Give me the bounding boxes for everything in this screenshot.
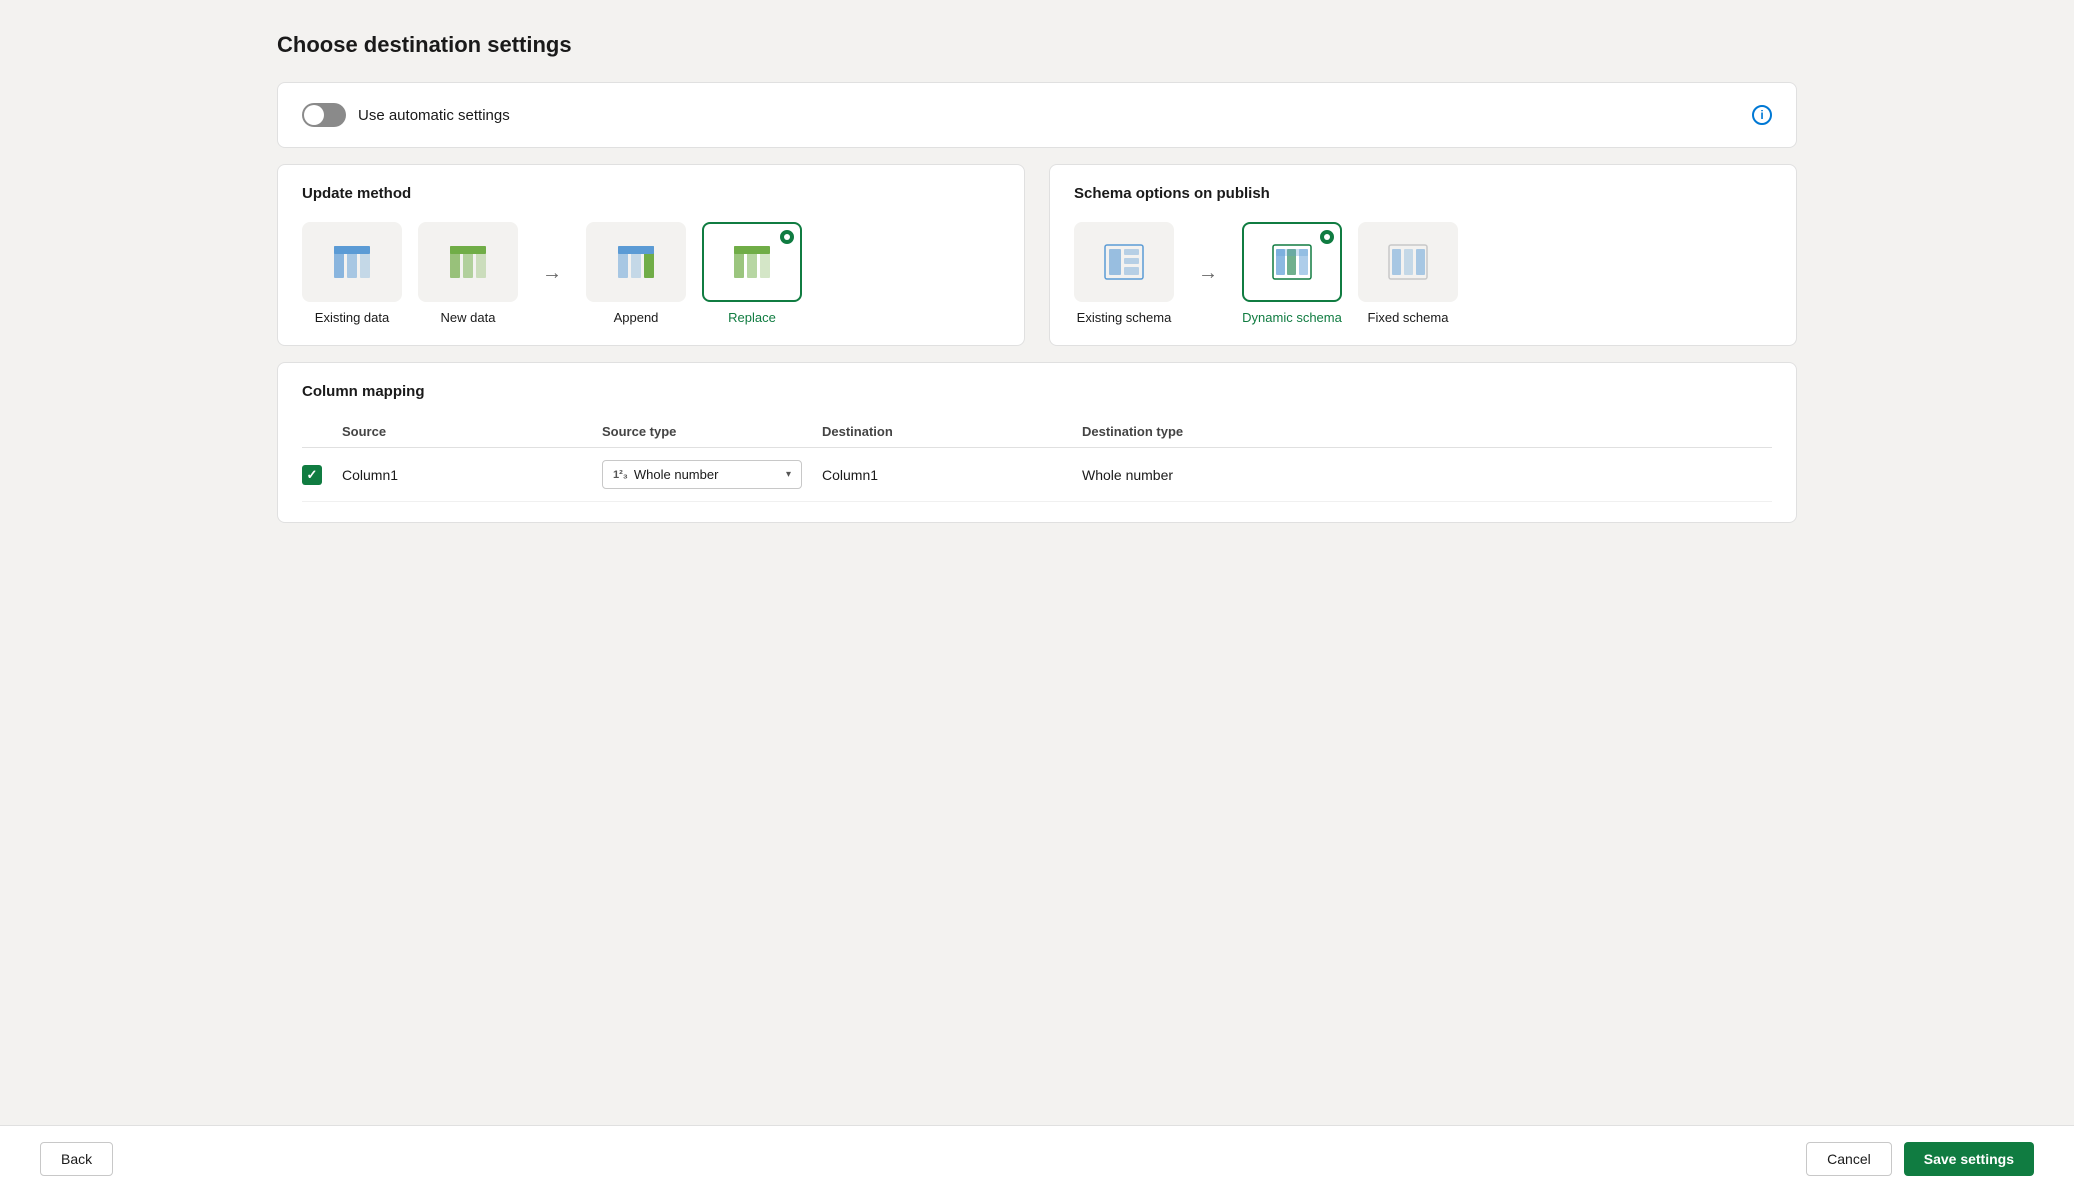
info-icon[interactable]: i bbox=[1752, 105, 1772, 125]
automatic-settings-card: Use automatic settings i bbox=[277, 82, 1797, 148]
new-data-label: New data bbox=[441, 310, 496, 325]
dynamic-schema-label: Dynamic schema bbox=[1242, 310, 1342, 325]
schema-options-title: Schema options on publish bbox=[1074, 185, 1772, 202]
bottom-bar: Back Cancel Save settings bbox=[0, 1125, 2074, 1192]
update-method-card: Update method Existing data bbox=[277, 164, 1025, 346]
col-header-destination: Destination bbox=[822, 424, 1082, 439]
source-type-dropdown[interactable]: 1²₃ Whole number ▾ bbox=[602, 460, 822, 489]
option-fixed-schema[interactable]: Fixed schema bbox=[1358, 222, 1458, 325]
existing-data-label: Existing data bbox=[315, 310, 389, 325]
replace-label: Replace bbox=[728, 310, 776, 325]
col-header-destination-type: Destination type bbox=[1082, 424, 1772, 439]
destination-column: Column1 bbox=[822, 467, 1082, 483]
table-header: Source Source type Destination Destinati… bbox=[302, 416, 1772, 448]
right-buttons: Cancel Save settings bbox=[1806, 1142, 2034, 1176]
option-new-data[interactable]: New data bbox=[418, 222, 518, 325]
cancel-button[interactable]: Cancel bbox=[1806, 1142, 1892, 1176]
table-row: Column1 1²₃ Whole number ▾ Column1 Whole… bbox=[302, 448, 1772, 502]
column-mapping-title: Column mapping bbox=[302, 383, 1772, 400]
arrow-1: → bbox=[542, 262, 562, 285]
option-dynamic-schema[interactable]: Dynamic schema bbox=[1242, 222, 1342, 325]
col-header-checkbox bbox=[302, 424, 342, 439]
source-column: Column1 bbox=[342, 467, 602, 483]
column-mapping-card: Column mapping Source Source type Destin… bbox=[277, 362, 1797, 523]
chevron-down-icon: ▾ bbox=[786, 469, 791, 480]
col-header-source: Source bbox=[342, 424, 602, 439]
update-method-title: Update method bbox=[302, 185, 1000, 202]
automatic-settings-toggle[interactable] bbox=[302, 103, 346, 127]
option-replace[interactable]: Replace bbox=[702, 222, 802, 325]
toggle-label: Use automatic settings bbox=[358, 107, 510, 124]
source-type-value: Whole number bbox=[634, 467, 719, 482]
save-button[interactable]: Save settings bbox=[1904, 1142, 2034, 1176]
schema-options-card: Schema options on publish Existing schem… bbox=[1049, 164, 1797, 346]
append-label: Append bbox=[614, 310, 659, 325]
destination-type-value: Whole number bbox=[1082, 467, 1772, 483]
back-button[interactable]: Back bbox=[40, 1142, 113, 1176]
page-title: Choose destination settings bbox=[277, 32, 1797, 58]
option-existing-data[interactable]: Existing data bbox=[302, 222, 402, 325]
col-header-source-type: Source type bbox=[602, 424, 822, 439]
fixed-schema-label: Fixed schema bbox=[1368, 310, 1449, 325]
option-existing-schema[interactable]: Existing schema bbox=[1074, 222, 1174, 325]
option-append[interactable]: Append bbox=[586, 222, 686, 325]
type-icon: 1²₃ bbox=[613, 469, 628, 481]
existing-schema-label: Existing schema bbox=[1077, 310, 1172, 325]
arrow-2: → bbox=[1198, 262, 1218, 285]
row-checkbox[interactable] bbox=[302, 465, 342, 485]
